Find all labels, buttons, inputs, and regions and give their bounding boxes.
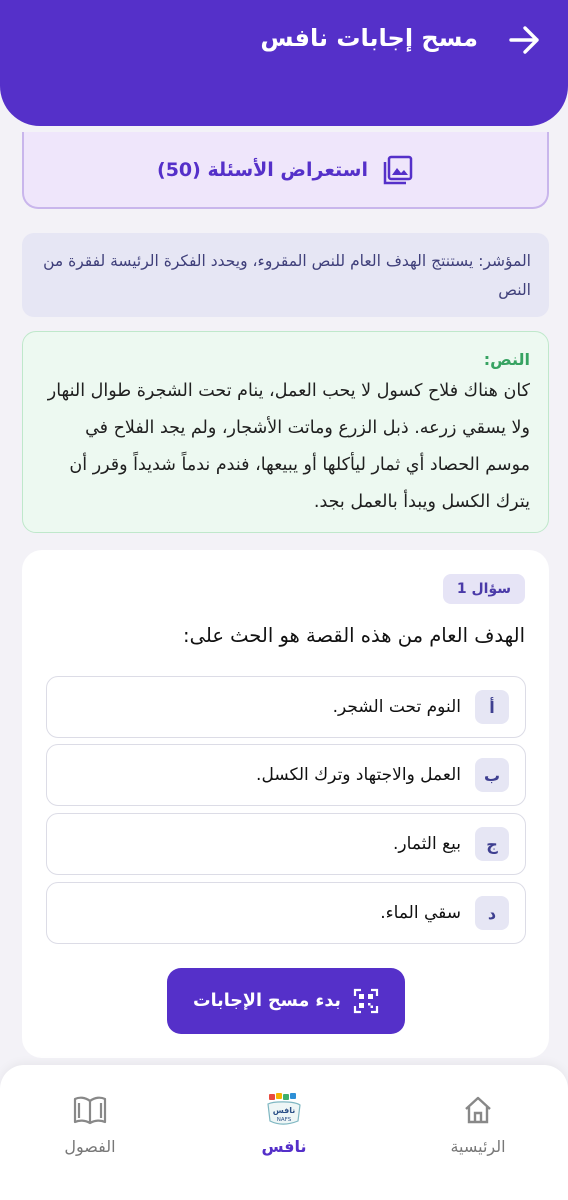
- option-letter: ج: [475, 827, 509, 861]
- app-header: مسح إجابات نافس: [0, 0, 568, 126]
- indicator-box: المؤشر: يستنتج الهدف العام للنص المقروء،…: [22, 233, 549, 317]
- question-card: سؤال 1 الهدف العام من هذه القصة هو الحث …: [22, 550, 549, 1058]
- back-button[interactable]: [504, 20, 544, 60]
- option-b[interactable]: ب العمل والاجتهاد وترك الكسل.: [46, 744, 526, 806]
- passage-text: كان هناك فلاح كسول لا يحب العمل، ينام تح…: [47, 381, 530, 512]
- book-icon: [73, 1096, 107, 1125]
- option-a[interactable]: أ النوم تحت الشجر.: [46, 676, 526, 738]
- question-number-badge: سؤال 1: [442, 574, 525, 604]
- passage-label: النص:: [483, 350, 530, 369]
- page-title: مسح إجابات نافس: [260, 24, 478, 52]
- indicator-text: يستنتج الهدف العام للنص المقروء، ويحدد ا…: [43, 252, 531, 299]
- indicator-label: المؤشر:: [478, 252, 531, 270]
- start-scan-button[interactable]: بدء مسح الإجابات: [167, 968, 405, 1034]
- question-text: الهدف العام من هذه القصة هو الحث على:: [183, 624, 525, 647]
- option-text: بيع الثمار.: [393, 834, 461, 854]
- nav-label: الفصول: [64, 1137, 116, 1156]
- bottom-nav: الرئيسية نافس NAFS نافس الفصول: [0, 1065, 568, 1200]
- arrow-right-icon: [509, 26, 539, 54]
- option-letter: أ: [475, 690, 509, 724]
- option-d[interactable]: د سقي الماء.: [46, 882, 526, 944]
- preview-questions-button[interactable]: استعراض الأسئلة (50): [22, 132, 549, 209]
- option-text: سقي الماء.: [380, 903, 461, 923]
- nav-label: نافس: [261, 1137, 307, 1156]
- option-text: النوم تحت الشجر.: [332, 697, 461, 717]
- preview-questions-label: استعراض الأسئلة (50): [157, 158, 369, 181]
- nav-item-nafs[interactable]: نافس NAFS نافس: [224, 1091, 344, 1156]
- image-gallery-icon: [383, 155, 413, 184]
- nav-label: الرئيسية: [450, 1137, 506, 1156]
- svg-text:نافس: نافس: [273, 1106, 296, 1116]
- option-letter: ب: [475, 758, 509, 792]
- passage-box: النص: كان هناك فلاح كسول لا يحب العمل، ي…: [22, 331, 549, 533]
- option-c[interactable]: ج بيع الثمار.: [46, 813, 526, 875]
- nafs-logo-icon: نافس NAFS: [264, 1091, 304, 1129]
- start-scan-label: بدء مسح الإجابات: [193, 991, 342, 1011]
- nav-item-classes[interactable]: الفصول: [30, 1091, 150, 1156]
- nav-item-home[interactable]: الرئيسية: [418, 1091, 538, 1156]
- home-icon: [465, 1096, 491, 1124]
- qr-scan-icon: [353, 988, 379, 1014]
- option-text: العمل والاجتهاد وترك الكسل.: [256, 765, 461, 785]
- svg-text:NAFS: NAFS: [277, 1117, 292, 1123]
- option-letter: د: [475, 896, 509, 930]
